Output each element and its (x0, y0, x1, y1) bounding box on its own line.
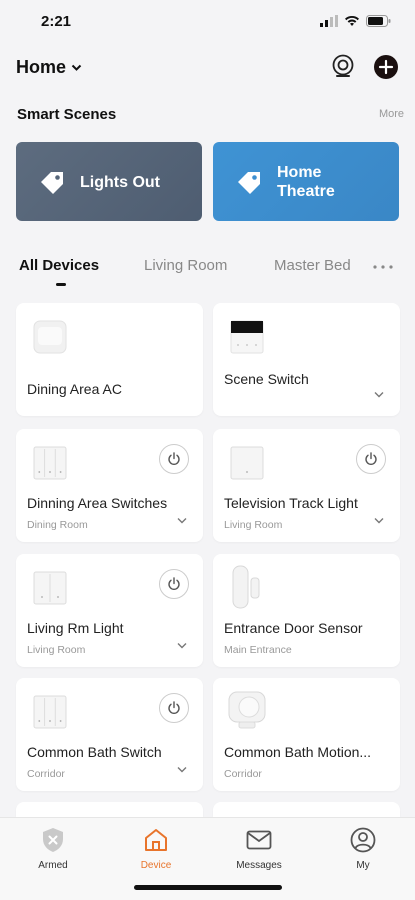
status-time: 2:21 (41, 13, 72, 30)
device-card[interactable]: Living Rm Light Living Room (16, 554, 203, 667)
header: Home (0, 50, 415, 86)
power-icon (168, 701, 180, 714)
home-icon (145, 829, 167, 851)
door-sensor-icon (232, 565, 260, 609)
device-card[interactable] (16, 802, 203, 817)
scene-label-line1: Home (277, 164, 322, 181)
device-room: Corridor (224, 768, 262, 780)
scene-label-line2: Theatre (277, 183, 335, 200)
chevron-down-icon (71, 64, 82, 71)
tab-label: My (356, 860, 370, 871)
room-tabs: All Devices Living Room Master Bed (0, 255, 415, 287)
power-icon (168, 577, 180, 590)
single-switch-icon (230, 446, 264, 480)
device-card[interactable]: Television Track Light Living Room (213, 429, 400, 542)
device-card[interactable]: Common Bath Switch Corridor (16, 678, 203, 791)
device-room: Living Room (27, 644, 86, 656)
power-icon (365, 452, 377, 465)
scene-label-line1: Lights Out (80, 174, 160, 191)
camera-icon[interactable] (330, 54, 356, 80)
chevron-down-icon[interactable] (177, 517, 187, 524)
device-name: Dining Area AC (27, 381, 122, 397)
tab-device[interactable]: Device (116, 826, 196, 871)
tab-my[interactable]: My (323, 826, 403, 871)
tab-label: Device (140, 860, 172, 871)
tab-all-devices[interactable]: All Devices (19, 257, 99, 274)
add-device-button[interactable] (373, 54, 399, 80)
scene-card-lights-out[interactable]: Lights Out (16, 142, 202, 221)
scene-switch-icon (230, 320, 264, 354)
wifi-icon (345, 15, 359, 26)
device-card[interactable]: Entrance Door Sensor Main Entrance (213, 554, 400, 667)
device-name: Common Bath Switch (27, 744, 162, 760)
device-card[interactable]: Dining Area AC (16, 303, 203, 416)
power-button[interactable] (159, 444, 189, 474)
device-name: Scene Switch (224, 371, 309, 387)
status-icons (320, 15, 391, 27)
cellular-signal-icon (320, 15, 338, 27)
more-tabs-icon[interactable] (373, 265, 393, 269)
shield-icon (43, 828, 63, 852)
device-room: Corridor (27, 768, 65, 780)
device-card[interactable]: Dinning Area Switches Dining Room (16, 429, 203, 542)
device-card[interactable]: Scene Switch (213, 303, 400, 416)
power-button[interactable] (159, 693, 189, 723)
tab-indicator (56, 283, 66, 286)
motion-sensor-icon (228, 691, 266, 729)
power-button[interactable] (159, 569, 189, 599)
tab-label: Armed (38, 860, 68, 871)
device-room: Living Room (224, 519, 283, 531)
triple-switch-icon (33, 446, 67, 480)
tab-armed[interactable]: Armed (13, 826, 93, 871)
tab-master-bed[interactable]: Master Bed (274, 257, 351, 274)
battery-icon (366, 15, 391, 27)
device-name: Living Rm Light (27, 620, 124, 636)
chevron-down-icon[interactable] (374, 391, 384, 398)
device-card[interactable] (213, 802, 400, 817)
device-room: Dining Room (27, 519, 88, 531)
chevron-down-icon[interactable] (374, 517, 384, 524)
tab-messages[interactable]: Messages (219, 826, 299, 871)
device-room: Main Entrance (224, 644, 292, 656)
triple-switch-icon (33, 695, 67, 729)
smart-scenes-title: Smart Scenes (17, 106, 117, 123)
home-indicator (134, 885, 282, 890)
chevron-down-icon[interactable] (177, 642, 187, 649)
tag-icon (238, 172, 260, 194)
scene-card-home-theatre[interactable]: Home Theatre (213, 142, 399, 221)
power-button[interactable] (356, 444, 386, 474)
tab-label: Messages (236, 860, 282, 871)
home-selector[interactable]: Home (16, 57, 82, 78)
device-name: Television Track Light (224, 495, 358, 511)
device-name: Dinning Area Switches (27, 495, 168, 511)
device-name: Common Bath Motion... (224, 744, 372, 760)
tab-living-room[interactable]: Living Room (144, 257, 227, 274)
device-name: Entrance Door Sensor (224, 620, 363, 636)
device-card[interactable]: Common Bath Motion... Corridor (213, 678, 400, 791)
plus-icon (374, 55, 398, 79)
user-icon (350, 827, 376, 853)
home-label: Home (16, 57, 67, 77)
mail-icon (246, 830, 272, 850)
status-bar: 2:21 (0, 0, 415, 44)
power-icon (168, 452, 180, 465)
double-switch-icon (33, 571, 67, 605)
scenes-more-link[interactable]: More (379, 108, 404, 120)
chevron-down-icon[interactable] (177, 766, 187, 773)
ac-unit-icon (33, 320, 67, 354)
tag-icon (41, 172, 63, 194)
